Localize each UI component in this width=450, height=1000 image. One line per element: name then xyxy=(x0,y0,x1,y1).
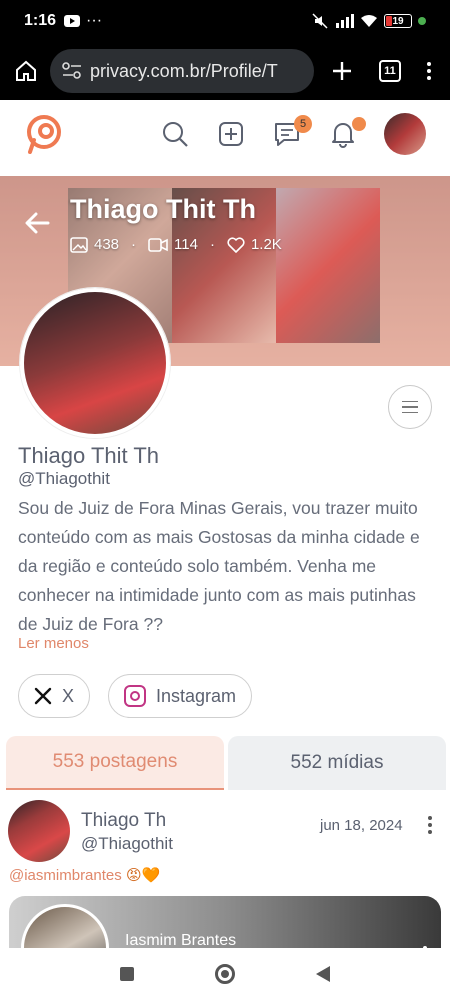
youtube-notification-icon xyxy=(64,15,81,27)
more-notifications-icon: ··· xyxy=(86,12,103,29)
profile-display-name: Thiago Thit Th xyxy=(18,443,160,468)
site-settings-icon[interactable] xyxy=(62,62,82,80)
instagram-link-button[interactable]: Instagram xyxy=(108,674,253,718)
home-icon xyxy=(16,60,36,81)
address-bar[interactable]: privacy.com.br/Profile/T xyxy=(50,49,314,93)
add-box-icon xyxy=(219,122,243,146)
profile-handle: @Thiagothit xyxy=(18,469,110,488)
url-text: privacy.com.br/Profile/T xyxy=(90,60,278,81)
browser-menu-button[interactable] xyxy=(418,62,440,80)
mention-link[interactable]: @iasmimbrantes xyxy=(9,867,122,884)
create-post-button[interactable] xyxy=(216,119,246,149)
heart-icon xyxy=(227,236,245,253)
post-author-avatar[interactable] xyxy=(8,800,70,862)
image-icon xyxy=(70,236,88,253)
new-tab-button[interactable] xyxy=(322,51,362,91)
privacy-indicator-dot xyxy=(418,17,426,25)
status-time: 1:16 xyxy=(24,12,57,29)
instagram-icon xyxy=(124,685,147,707)
profile-bio: Sou de Juiz de Fora Minas Gerais, vou tr… xyxy=(18,498,420,634)
post-options-button[interactable] xyxy=(428,816,432,834)
notification-dot xyxy=(352,117,366,131)
user-avatar[interactable] xyxy=(384,113,426,155)
embedded-profile-card[interactable]: Iasmim Brantes xyxy=(9,896,441,956)
caption-emojis: 😡🧡 xyxy=(125,867,161,884)
hamburger-icon xyxy=(402,400,418,414)
video-icon xyxy=(148,237,168,252)
profile-options-button[interactable] xyxy=(388,385,432,429)
home-nav-button[interactable] xyxy=(214,964,235,984)
notifications-button[interactable] xyxy=(328,117,366,149)
social-links: X Instagram xyxy=(18,674,253,718)
x-link-button[interactable]: X xyxy=(18,674,91,718)
mute-icon xyxy=(312,13,328,29)
site-header: 5 xyxy=(0,100,450,168)
recents-button[interactable] xyxy=(120,967,135,981)
system-nav-bar xyxy=(0,948,450,1000)
post-author-name[interactable]: Thiago Th xyxy=(81,810,166,832)
x-logo-icon xyxy=(34,687,52,705)
profile-stats: 438 · 114 · 1.2K xyxy=(70,236,282,253)
read-less-link[interactable]: Ler menos xyxy=(18,635,89,652)
battery-indicator: 19 xyxy=(384,14,412,28)
home-button[interactable] xyxy=(10,55,42,87)
x-link-label: X xyxy=(62,685,75,706)
likes-count: 1.2K xyxy=(250,236,282,253)
arrow-left-icon xyxy=(25,212,50,234)
cover-profile-name: Thiago Thit Th xyxy=(70,194,256,224)
post-author-handle[interactable]: @Thiagothit xyxy=(81,834,173,854)
photos-count: 438 xyxy=(94,236,120,253)
tab-switcher-button[interactable]: 11 xyxy=(379,60,401,82)
wifi-icon xyxy=(361,15,377,27)
content-tabs: 553 postagens 552 mídias xyxy=(6,736,446,790)
search-icon xyxy=(163,122,188,147)
plus-icon xyxy=(333,62,351,80)
messages-badge: 5 xyxy=(294,115,312,133)
back-nav-button[interactable] xyxy=(315,966,330,982)
tab-posts[interactable]: 553 postagens xyxy=(6,736,224,790)
post-caption: @iasmimbrantes 😡🧡 xyxy=(9,866,160,884)
videos-count: 114 xyxy=(174,236,198,253)
privacy-logo-icon[interactable] xyxy=(24,114,64,154)
back-button[interactable] xyxy=(24,208,50,242)
post-date: jun 18, 2024 xyxy=(320,817,403,834)
profile-avatar[interactable] xyxy=(20,288,170,438)
search-button[interactable] xyxy=(160,119,190,149)
signal-icon xyxy=(336,14,354,28)
messages-button[interactable]: 5 xyxy=(272,115,312,149)
tab-media[interactable]: 552 mídias xyxy=(228,736,446,790)
browser-toolbar: privacy.com.br/Profile/T 11 xyxy=(0,42,450,100)
status-bar: 1:16 ··· 19 xyxy=(0,0,450,42)
instagram-link-label: Instagram xyxy=(156,685,237,706)
